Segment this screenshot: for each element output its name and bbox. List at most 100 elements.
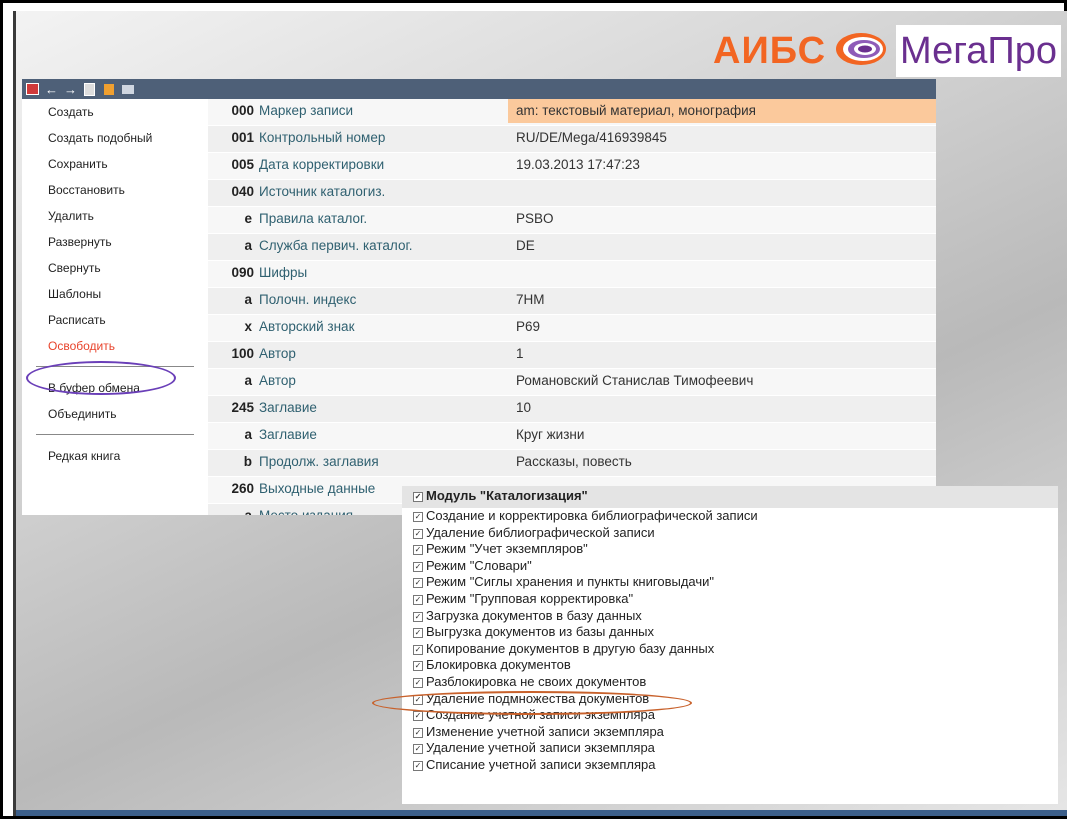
sidebar-item-templates[interactable]: Шаблоны <box>22 281 208 307</box>
record-tag: 005 <box>231 157 254 172</box>
record-row[interactable]: x Авторский знак Р69 <box>208 315 936 342</box>
record-value[interactable]: 10 <box>508 396 936 420</box>
record-value[interactable]: am: текстовый материал, монография <box>508 99 936 123</box>
sidebar-item-merge[interactable]: Объединить <box>22 401 208 427</box>
permission-item[interactable]: ✓ Создание учетной записи экземпляра <box>402 707 1058 724</box>
permission-item[interactable]: ✓ Копирование документов в другую базу да… <box>402 641 1058 658</box>
checkbox-checked-icon[interactable]: ✓ <box>413 594 423 605</box>
record-row[interactable]: 001 Контрольный номер RU/DE/Mega/416939845 <box>208 126 936 153</box>
permission-item[interactable]: ✓ Удаление подмножества документов <box>402 691 1058 708</box>
permission-label: Блокировка документов <box>426 657 571 673</box>
brand-name-left: АИБС <box>713 29 827 72</box>
permission-item[interactable]: ✓ Списание учетной записи экземпляра <box>402 757 1058 774</box>
record-row[interactable]: 245 Заглавие 10 <box>208 396 936 423</box>
checkbox-checked-icon[interactable]: ✓ <box>413 545 423 556</box>
record-row[interactable]: e Правила каталог. PSBO <box>208 207 936 234</box>
record-label: Полочн. индекс <box>259 292 357 307</box>
checkbox-checked-icon[interactable]: ✓ <box>413 661 423 672</box>
checkbox-checked-icon[interactable]: ✓ <box>413 694 423 705</box>
checkbox-checked-icon[interactable]: ✓ <box>413 512 423 522</box>
record-value[interactable]: 7НМ <box>508 288 936 312</box>
checkbox-checked-icon[interactable]: ✓ <box>413 561 423 572</box>
record-row[interactable]: 005 Дата корректировки 19.03.2013 17:47:23 <box>208 153 936 180</box>
sidebar-item-collapse[interactable]: Свернуть <box>22 255 208 281</box>
permission-label: Выгрузка документов из базы данных <box>426 624 655 640</box>
record-row[interactable]: 090 Шифры <box>208 261 936 288</box>
checkbox-checked-icon[interactable]: ✓ <box>413 611 423 622</box>
record-row[interactable]: a Служба первич. каталог. DE <box>208 234 936 261</box>
permission-label: Загрузка документов в базу данных <box>426 607 642 623</box>
checkbox-checked-icon[interactable]: ✓ <box>413 644 423 655</box>
folder-icon[interactable] <box>102 83 115 96</box>
arrow-right-icon[interactable]: → <box>64 82 77 97</box>
sidebar-item-restore[interactable]: Восстановить <box>22 177 208 203</box>
permission-item[interactable]: ✓ Режим "Сиглы хранения и пункты книговыд… <box>402 574 1058 591</box>
checkbox-checked-icon[interactable]: ✓ <box>413 578 423 589</box>
permission-item[interactable]: ✓ Создание и корректировка библиографичес… <box>402 508 1058 525</box>
record-label: Заглавие <box>259 400 317 415</box>
checkbox-checked-icon[interactable]: ✓ <box>413 677 423 688</box>
permission-item[interactable]: ✓ Изменение учетной записи экземпляра <box>402 724 1058 741</box>
permission-item[interactable]: ✓ Режим "Учет экземпляров" <box>402 541 1058 558</box>
record-value[interactable]: 1 <box>508 342 936 366</box>
arrow-left-icon[interactable]: ← <box>45 82 58 97</box>
list-icon[interactable] <box>121 83 134 96</box>
sidebar-item-create[interactable]: Создать <box>22 99 208 125</box>
permission-item[interactable]: ✓ Режим "Групповая корректировка" <box>402 591 1058 608</box>
record-value[interactable]: Романовский Станислав Тимофеевич <box>508 369 936 393</box>
record-row[interactable]: 100 Автор 1 <box>208 342 936 369</box>
checkbox-checked-icon[interactable]: ✓ <box>413 727 423 738</box>
record-value[interactable]: Рассказы, повесть <box>508 450 936 474</box>
record-row[interactable]: 000 Маркер записи am: текстовый материал, … <box>208 99 936 126</box>
sidebar-item-save[interactable]: Сохранить <box>22 151 208 177</box>
record-tag: 000 <box>231 103 254 118</box>
record-row[interactable]: b Продолж. заглавия Рассказы, повесть <box>208 450 936 477</box>
permission-item[interactable]: ✓ Удаление учетной записи экземпляра <box>402 740 1058 757</box>
sidebar-item-expand[interactable]: Развернуть <box>22 229 208 255</box>
record-row[interactable]: a Заглавие Круг жизни <box>208 423 936 450</box>
checkbox-checked-icon[interactable]: ✓ <box>413 711 423 722</box>
save-red-icon[interactable] <box>26 83 39 96</box>
record-row[interactable]: a Автор Романовский Станислав Тимофеевич <box>208 369 936 396</box>
record-row[interactable]: a Полочн. индекс 7НМ <box>208 288 936 315</box>
record-value[interactable]: Круг жизни <box>508 423 936 447</box>
bottom-bar <box>16 810 1067 816</box>
edit-doc-icon[interactable] <box>83 82 96 96</box>
record-label: Заглавие <box>259 427 317 442</box>
checkbox-checked-icon[interactable]: ✓ <box>413 528 423 539</box>
permission-item[interactable]: ✓ Удаление библиографической записи <box>402 525 1058 542</box>
permission-item[interactable]: ✓ Загрузка документов в базу данных <box>402 608 1058 625</box>
slide: АИБС МегаПро ← → Создать Создать подобны… <box>13 11 1067 816</box>
record-row[interactable]: 040 Источник каталогиз. <box>208 180 936 207</box>
record-value[interactable]: DE <box>508 234 936 258</box>
sidebar-item-release[interactable]: Освободить <box>22 333 208 359</box>
sidebar-item-create-similar[interactable]: Создать подобный <box>22 125 208 151</box>
permission-item[interactable]: ✓ Режим "Словари" <box>402 558 1058 575</box>
permission-label: Списание учетной записи экземпляра <box>426 756 656 772</box>
sidebar-item-rare-book[interactable]: Редкая книга <box>22 443 208 469</box>
sidebar-item-delete[interactable]: Удалить <box>22 203 208 229</box>
permission-label: Создание и корректировка библиографическ… <box>426 508 758 523</box>
record-value[interactable]: PSBO <box>508 207 936 231</box>
record-value[interactable]: Р69 <box>508 315 936 339</box>
checkbox-checked-icon[interactable]: ✓ <box>413 744 423 755</box>
permission-item[interactable]: ✓ Блокировка документов <box>402 657 1058 674</box>
permissions-module-title[interactable]: ✓ Модуль "Каталогизация" <box>402 486 1058 508</box>
record-label: Правила каталог. <box>259 211 368 226</box>
record-value[interactable]: RU/DE/Mega/416939845 <box>508 126 936 150</box>
sidebar-item-schedule[interactable]: Расписать <box>22 307 208 333</box>
sidebar-menu: Создать Создать подобный Сохранить Восст… <box>22 99 208 515</box>
permission-item[interactable]: ✓ Выгрузка документов из базы данных <box>402 624 1058 641</box>
permission-label: Удаление учетной записи экземпляра <box>426 740 655 756</box>
record-label: Авторский знак <box>259 319 355 334</box>
sidebar-item-clipboard[interactable]: В буфер обмена <box>22 375 208 401</box>
record-label: Автор <box>259 373 296 388</box>
slide-frame: АИБС МегаПро ← → Создать Создать подобны… <box>0 0 1067 819</box>
permission-item[interactable]: ✓ Разблокировка не своих документов <box>402 674 1058 691</box>
checkbox-checked-icon[interactable]: ✓ <box>413 760 423 771</box>
permission-label: Режим "Сиглы хранения и пункты книговыда… <box>426 574 714 590</box>
checkbox-checked-icon[interactable]: ✓ <box>413 628 423 639</box>
record-value[interactable]: 19.03.2013 17:47:23 <box>508 153 936 177</box>
brand-name-right: МегаПро <box>896 25 1061 77</box>
record-label: Шифры <box>259 265 308 280</box>
